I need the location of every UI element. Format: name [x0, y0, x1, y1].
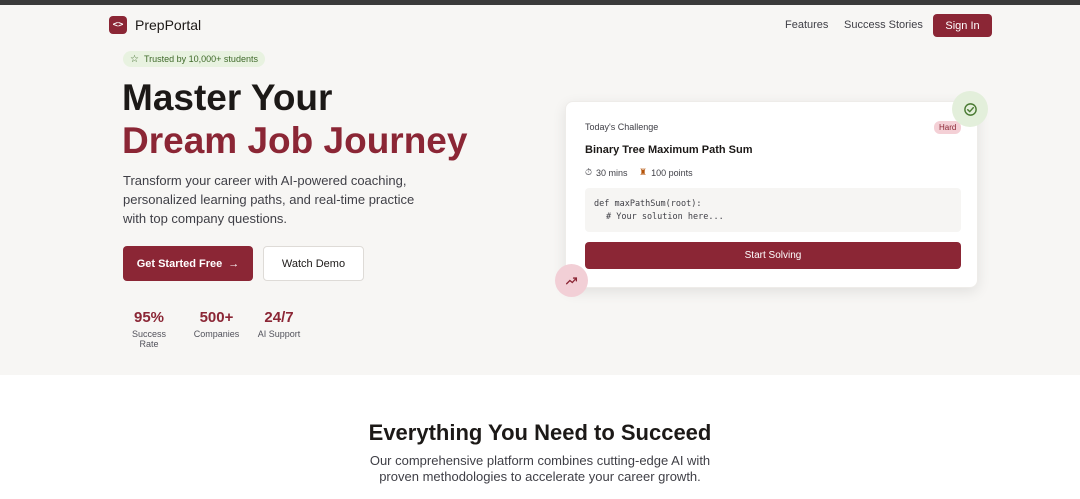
- code-line: # Your solution here...: [606, 212, 724, 222]
- features-subtitle: Our comprehensive platform combines cutt…: [369, 453, 711, 484]
- hero-title-line2: Dream Job Journey: [122, 120, 468, 161]
- get-started-label: Get Started Free: [136, 257, 223, 270]
- start-solving-button[interactable]: Start Solving: [585, 242, 961, 269]
- features-title: Everything You Need to Succeed: [368, 420, 712, 445]
- stat-companies: 500+ Companies: [193, 309, 240, 339]
- stat-label: Success Rate: [131, 329, 166, 349]
- check-circle-icon: [952, 91, 988, 127]
- nav-link-success-stories[interactable]: Success Stories: [844, 19, 923, 31]
- stat-label: AI Support: [257, 329, 301, 339]
- stat-label: Companies: [193, 329, 240, 339]
- stat-value: 500+: [199, 309, 234, 326]
- stat-value: 24/7: [264, 309, 294, 326]
- challenge-card: Today's Challenge Hard Binary Tree Maxim…: [565, 101, 978, 288]
- hero-subtitle: Transform your career with AI-powered co…: [123, 173, 415, 226]
- logo-text: PrepPortal: [135, 17, 202, 33]
- challenge-time: ⏱ 30 mins: [585, 167, 628, 178]
- timer-icon: ⏱: [585, 167, 593, 177]
- code-preview[interactable]: def maxPathSum(root): # Your solution he…: [585, 188, 961, 232]
- trust-badge-text: Trusted by 10,000+ students: [143, 54, 258, 64]
- sign-in-button[interactable]: Sign In: [933, 14, 992, 37]
- watch-demo-button[interactable]: Watch Demo: [263, 246, 364, 281]
- difficulty-badge: Hard: [934, 121, 962, 134]
- challenge-points: ♜ 100 points: [639, 167, 693, 178]
- trust-badge: ☆ Trusted by 10,000+ students: [123, 51, 265, 67]
- challenge-title: Binary Tree Maximum Path Sum: [585, 144, 753, 156]
- code-brackets-icon: <>: [109, 16, 127, 34]
- challenge-points-text: 100 points: [651, 167, 693, 178]
- challenge-time-text: 30 mins: [596, 167, 628, 178]
- challenge-label: Today's Challenge: [585, 122, 659, 132]
- code-line: def maxPathSum(root):: [594, 199, 702, 209]
- stat-value: 95%: [133, 309, 165, 326]
- stat-success-rate: 95% Success Rate: [123, 309, 175, 349]
- hero-title-line1: Master Your: [122, 77, 333, 118]
- stat-ai-support: 24/7 AI Support: [257, 309, 301, 339]
- logo[interactable]: <> PrepPortal: [109, 16, 201, 34]
- star-icon: ☆: [130, 53, 139, 65]
- trophy-icon: ♜: [639, 167, 648, 177]
- arrow-right-icon: →: [228, 257, 240, 270]
- nav-link-features[interactable]: Features: [785, 19, 828, 31]
- trending-up-icon: [555, 264, 588, 297]
- top-nav: <> PrepPortal Features Success Stories S…: [0, 5, 1080, 45]
- get-started-button[interactable]: Get Started Free →: [123, 246, 253, 281]
- trending-up-svg: [565, 277, 578, 285]
- check-circle-svg: [963, 102, 977, 116]
